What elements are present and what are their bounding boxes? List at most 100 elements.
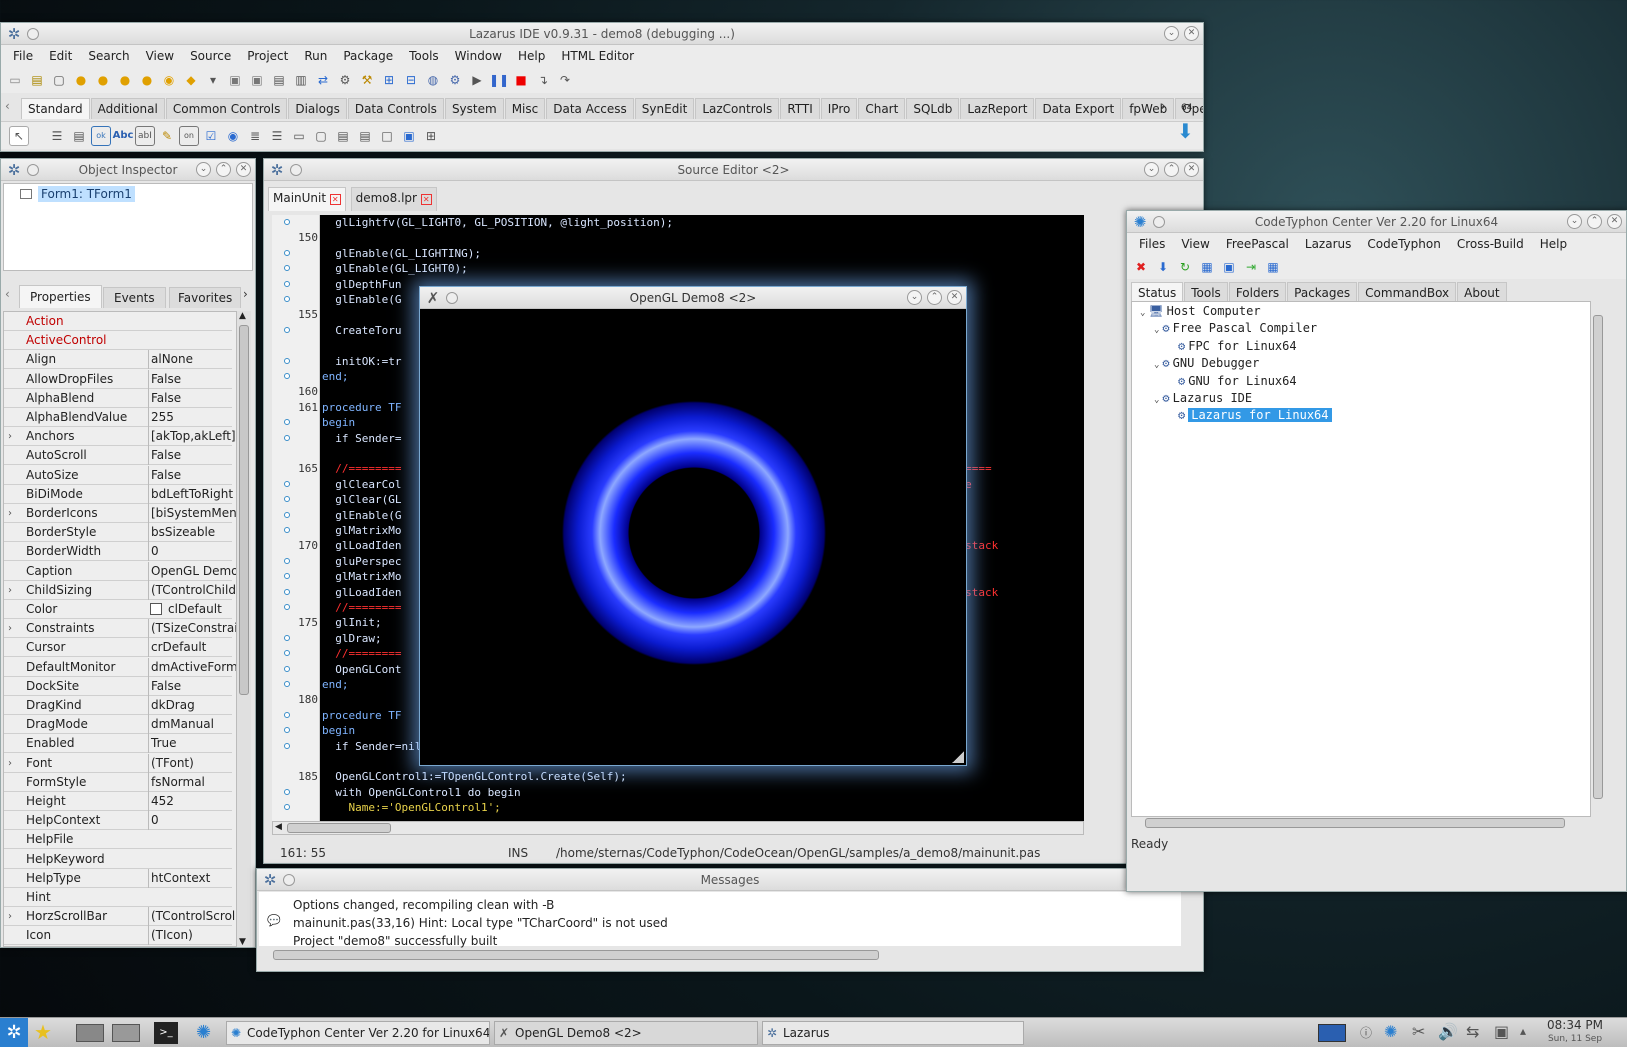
popup-menu-comp-icon[interactable]: ▤ [69, 126, 89, 146]
new-form-icon[interactable]: ▤ [27, 70, 47, 90]
code-line[interactable]: begin [284, 723, 355, 738]
tree-item-form1[interactable]: Form1: TForm1 [38, 186, 135, 202]
property-value[interactable]: bdLeftToRight [148, 484, 236, 504]
inspector-maximize-button[interactable]: ⌃ [216, 162, 231, 177]
messages-hscroll-thumb[interactable] [273, 950, 879, 960]
inspector-tabs-right-icon[interactable]: › [243, 287, 248, 301]
breakpoint-dot-icon[interactable] [284, 588, 290, 595]
combobox-comp-icon[interactable]: ☰ [267, 126, 287, 146]
new-unit-icon[interactable]: ▢ [49, 70, 69, 90]
property-value[interactable]: dmManual [148, 715, 236, 735]
property-row[interactable]: › Font (TFont) [4, 753, 232, 773]
code-line[interactable]: initOK:=tr [284, 354, 401, 369]
property-value[interactable]: fsNormal [148, 772, 236, 792]
scroll-thumb[interactable] [239, 325, 249, 695]
property-row[interactable]: DefaultMonitor dmActiveForm [4, 657, 236, 677]
center-menu-lazarus[interactable]: Lazarus [1297, 237, 1359, 251]
code-line[interactable]: glDepthFun [284, 277, 401, 292]
center-tab-packages[interactable]: Packages [1287, 282, 1358, 303]
property-value[interactable]: [akTop,akLeft] [148, 427, 236, 447]
property-value[interactable]: (TFont) [148, 753, 236, 773]
expand-icon[interactable]: › [8, 907, 12, 926]
tree-node[interactable]: ⌄ ⚙ Free Pascal Compiler [1154, 321, 1317, 335]
property-row[interactable]: Enabled True [4, 734, 232, 754]
editor-close-button[interactable]: ✕ [1184, 162, 1199, 177]
property-row[interactable]: Icon (TIcon) [4, 926, 232, 946]
breakpoint-dot-icon[interactable] [284, 296, 290, 302]
code-line[interactable]: procedure TF 161 [298, 400, 401, 415]
message-line[interactable]: Options changed, recompiling clean with … [293, 898, 554, 912]
opengl-maximize-button[interactable]: ⌃ [927, 290, 942, 305]
menu-tools[interactable]: Tools [401, 49, 447, 63]
center-tab-commandbox[interactable]: CommandBox [1358, 282, 1457, 303]
code-line[interactable]: CreateToru [284, 323, 401, 338]
palette-tab-lazreport[interactable]: LazReport [960, 98, 1035, 119]
property-row[interactable]: HelpContext 0 [4, 811, 232, 831]
tab-mainunit[interactable]: MainUnit ✕ [268, 187, 346, 211]
code-line[interactable]: if Sender= [284, 431, 401, 446]
property-value[interactable]: False [148, 446, 236, 466]
property-row[interactable]: AllowDropFiles False [4, 369, 232, 389]
breakpoint-dot-icon[interactable] [284, 357, 290, 364]
property-value[interactable]: True [148, 734, 236, 754]
close-tab-icon[interactable]: ✕ [329, 194, 341, 205]
property-row[interactable]: BiDiMode bdLeftToRight [4, 484, 233, 504]
open-project-icon[interactable]: ● [115, 70, 135, 90]
center-maximize-button[interactable]: ⌃ [1587, 214, 1602, 229]
palette-tab-lazcontrols[interactable]: LazControls [695, 98, 780, 119]
palette-tab-synedit[interactable]: SynEdit [634, 98, 695, 119]
editor-minimize-button[interactable]: ⌄ [1144, 162, 1159, 177]
code-line[interactable]: begin [284, 415, 355, 430]
property-value[interactable]: False [148, 388, 236, 408]
property-row[interactable]: DragMode dmManual [4, 715, 232, 735]
center-menu-freepascal[interactable]: FreePascal [1218, 237, 1297, 251]
message-line[interactable]: mainunit.pas(33,16) Hint: Local type "TC… [293, 916, 668, 930]
palette-tab-standard[interactable]: Standard [21, 98, 90, 119]
pause-icon[interactable]: ❚❚ [489, 70, 509, 90]
property-row[interactable]: HelpKeyword [4, 850, 232, 869]
open-icon[interactable]: ● [71, 70, 91, 90]
code-line[interactable]: glEnable(GL_LIGHTING); [284, 246, 481, 261]
breakpoint-dot-icon[interactable] [284, 788, 290, 795]
radio-comp-icon[interactable]: ◉ [223, 126, 243, 146]
breakpoint-dot-icon[interactable] [284, 634, 290, 641]
network-icon[interactable]: ⇆ [1466, 1022, 1479, 1041]
opengl-pin-button[interactable] [446, 292, 458, 304]
actionlist-comp-icon[interactable]: ⊞ [421, 126, 441, 146]
kde-menu-icon[interactable]: ✲ [0, 1018, 28, 1047]
property-row[interactable]: Color clDefault [4, 600, 232, 619]
property-value[interactable]: 255 [148, 408, 236, 427]
editor-pin-button[interactable] [290, 164, 302, 176]
center-menu-view[interactable]: View [1173, 237, 1217, 251]
property-value[interactable]: False [148, 676, 236, 696]
download-arrow-icon[interactable]: ⬇ [1177, 119, 1194, 143]
lazarus-64-icon[interactable]: ▦ [1263, 257, 1283, 277]
palette-tab-misc[interactable]: Misc [504, 98, 546, 119]
code-line[interactable]: gluPerspec [284, 554, 401, 569]
property-row[interactable]: › BorderIcons [biSystemMenu, [4, 504, 236, 523]
tree-node[interactable]: ⌄ 🖥 Host Computer [1140, 304, 1261, 318]
inspector-close-button[interactable]: ✕ [236, 162, 251, 177]
code-line[interactable]: //======== [284, 600, 401, 615]
source-editor-title-bar[interactable]: ✲ Source Editor <2> ⌄ ⌃ ✕ [264, 159, 1203, 181]
property-value[interactable]: 452 [148, 792, 236, 811]
property-value[interactable]: (TSizeConstrain [148, 619, 236, 639]
tree-node[interactable]: ⌄ ⚙ Lazarus IDE [1154, 391, 1252, 405]
code-line[interactable]: glMatrixMo [284, 523, 401, 538]
save-icon[interactable]: ▣ [225, 70, 245, 90]
code-line[interactable]: procedure TF [284, 708, 401, 723]
property-value[interactable]: (TIcon) [148, 926, 236, 946]
breakpoint-dot-icon[interactable] [284, 665, 290, 672]
desktop-1-icon[interactable] [76, 1024, 104, 1042]
messages-title-bar[interactable]: ✲ Messages ⌄⌃✕ [257, 869, 1203, 891]
breakpoint-dot-icon[interactable] [284, 527, 290, 533]
breakpoint-dot-icon[interactable] [284, 434, 290, 441]
object-inspector-title-bar[interactable]: ✲ Object Inspector ⌄ ⌃ ✕ [1, 159, 255, 181]
code-line[interactable]: Name:='OpenGLControl1'; [284, 800, 501, 815]
export-icon[interactable]: ⇥ [1241, 257, 1261, 277]
center-title-bar[interactable]: ✺ CodeTyphon Center Ver 2.20 for Linux64… [1127, 211, 1626, 233]
center-hscroll-thumb[interactable] [1145, 818, 1565, 828]
code-line[interactable]: //======== [284, 646, 401, 661]
info-icon[interactable]: ⓘ [1360, 1024, 1372, 1041]
opengl-close-button[interactable]: ✕ [947, 290, 962, 305]
